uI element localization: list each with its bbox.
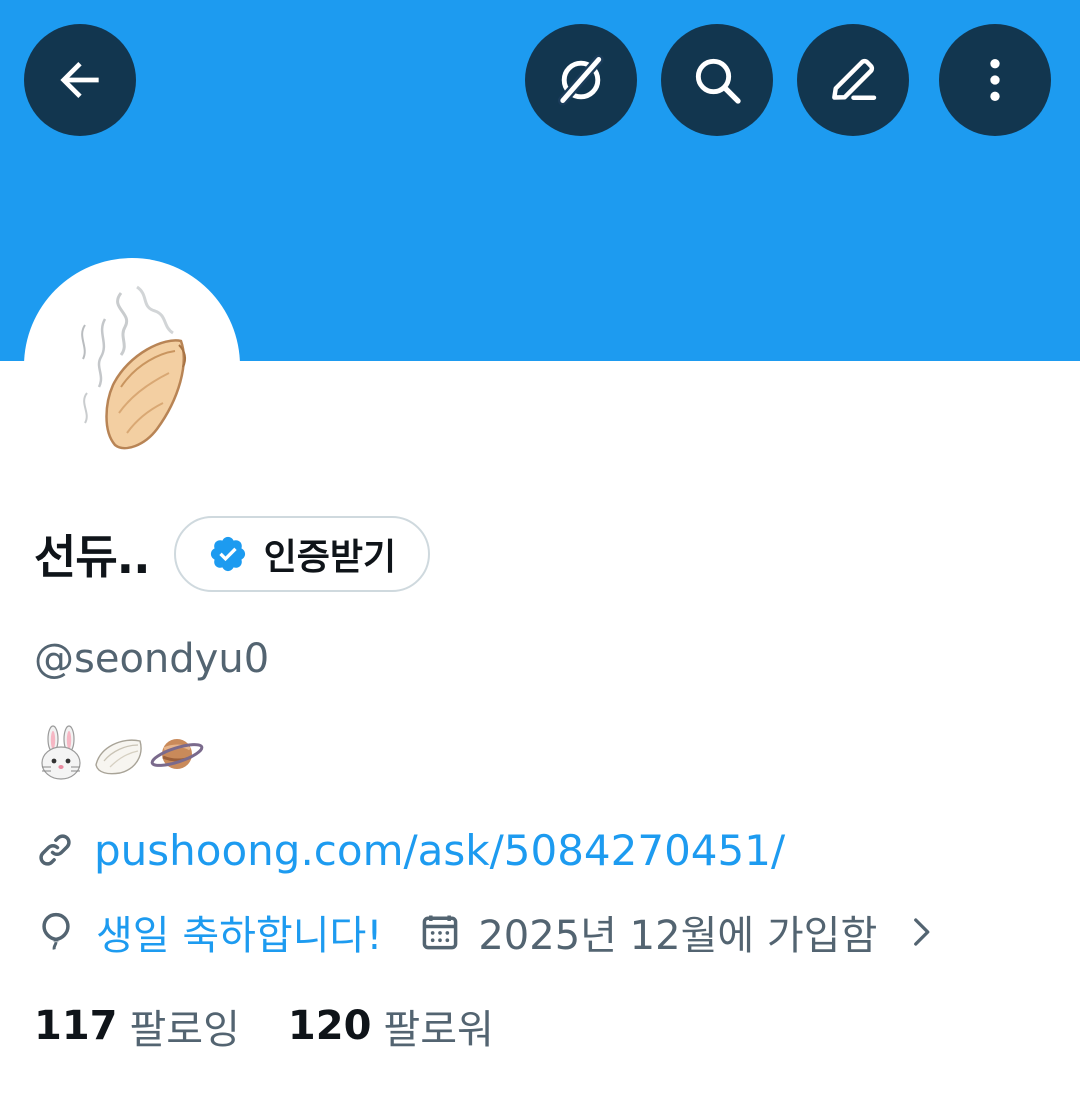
edit-icon: [832, 58, 877, 100]
search-button[interactable]: [661, 24, 773, 136]
following-label: 팔로잉: [129, 1007, 240, 1053]
calendar-icon: [423, 915, 458, 950]
dumpling-emoji: [95, 739, 142, 775]
verified-badge-icon: [210, 536, 245, 572]
edit-button[interactable]: [797, 24, 909, 136]
followers-label: 팔로워: [383, 1007, 494, 1053]
link-icon: [39, 834, 71, 866]
following-count: 117: [34, 1003, 118, 1049]
search-icon: [695, 58, 741, 104]
rabbit-face-emoji: [41, 725, 81, 780]
bio: [32, 724, 206, 784]
avatar[interactable]: [24, 258, 240, 474]
chevron-right-icon[interactable]: [903, 914, 939, 950]
followers-count: 120: [287, 1003, 372, 1049]
back-button[interactable]: [24, 24, 136, 136]
followers-link[interactable]: 120 팔로워: [288, 997, 494, 1055]
balloon-icon: [42, 912, 70, 950]
joined-date-text[interactable]: 2025년 12월에 가입함: [478, 903, 877, 961]
profile-link-text[interactable]: pushoong.com/ask/5084270451/: [94, 826, 785, 875]
grok-button[interactable]: [525, 24, 637, 136]
more-icon: [990, 59, 1000, 101]
following-link[interactable]: 117 팔로잉: [34, 997, 240, 1055]
arrow-left-icon: [60, 62, 99, 98]
get-verified-button[interactable]: 인증받기: [173, 516, 431, 592]
more-button[interactable]: [939, 24, 1051, 136]
get-verified-label: 인증받기: [263, 537, 397, 578]
user-handle: @seondyu0: [34, 636, 270, 682]
profile-link[interactable]: pushoong.com/ask/5084270451/: [34, 820, 785, 880]
ringed-planet-emoji: [150, 739, 204, 769]
grok-icon: [557, 54, 604, 106]
display-name: 선듀..: [34, 530, 151, 584]
birthday-text[interactable]: 생일 축하합니다!: [96, 903, 382, 961]
dumpling-avatar-image: [81, 285, 187, 450]
